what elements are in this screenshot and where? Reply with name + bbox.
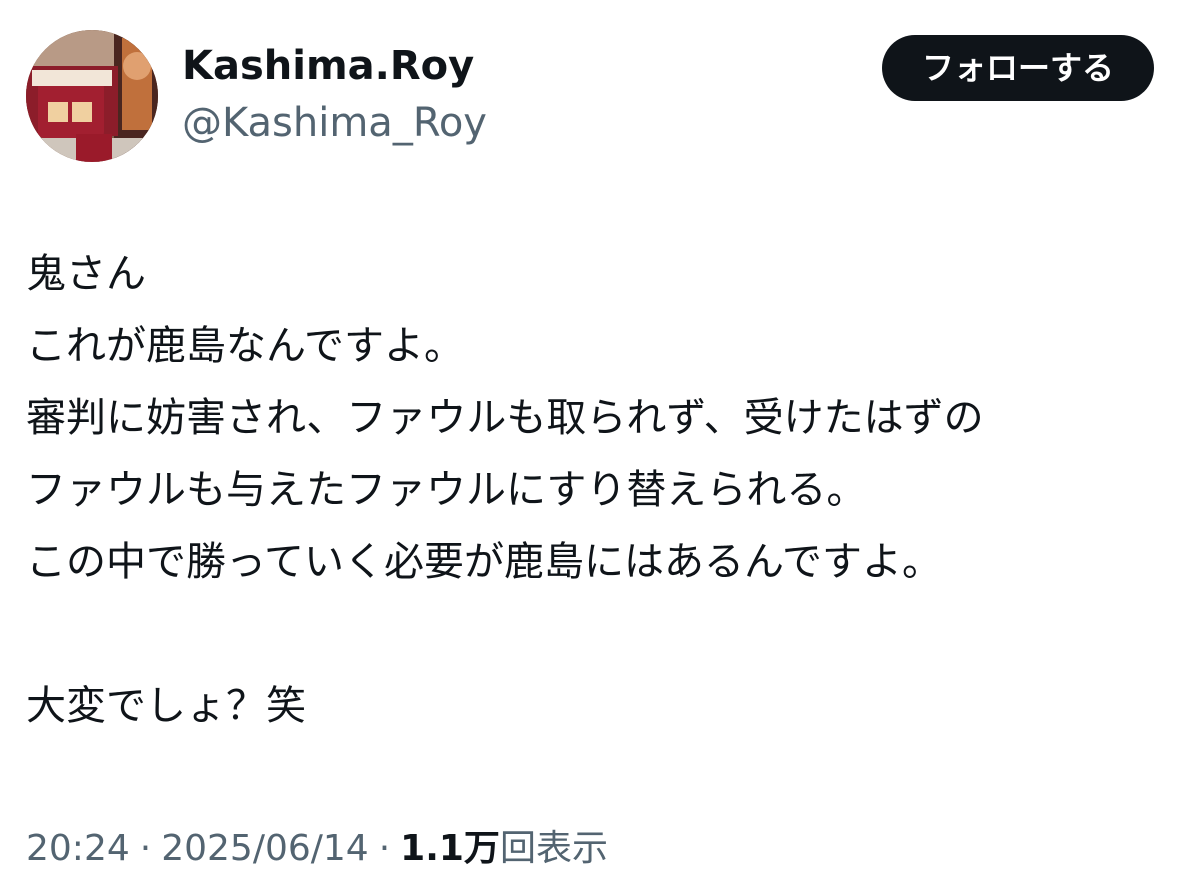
- tweet-text-line: この中で勝っていく必要が鹿島にはあるんですよ。: [26, 539, 942, 585]
- tweet-text-line: 審判に妨害され、ファウルも取られず、受けたはずの: [26, 395, 984, 441]
- tweet-text: 鬼さん これが鹿島なんですよ。 審判に妨害され、ファウルも取られず、受けたはずの…: [26, 238, 1176, 742]
- tweet-meta: 20:24 · 2025/06/14 · 1.1万回表示: [26, 823, 608, 875]
- follow-button[interactable]: フォローする: [882, 35, 1154, 101]
- user-names: Kashima.Roy @Kashima_Roy: [182, 42, 487, 148]
- avatar[interactable]: [26, 30, 158, 162]
- meta-separator: ·: [378, 828, 391, 869]
- views-count[interactable]: 1.1万: [400, 828, 500, 869]
- meta-separator: ·: [139, 828, 152, 869]
- views-label: 回表示: [499, 828, 608, 869]
- tweet-text-line: ファウルも与えたファウルにすり替えられる。: [26, 467, 867, 513]
- profile-photo-icon: [26, 30, 158, 162]
- tweet-header: Kashima.Roy @Kashima_Roy フォローする: [26, 30, 1156, 162]
- tweet-card: Kashima.Roy @Kashima_Roy フォローする 鬼さん これが鹿…: [0, 0, 1200, 889]
- tweet-text-line: これが鹿島なんですよ。: [26, 323, 464, 369]
- tweet-time[interactable]: 20:24: [26, 828, 130, 869]
- display-name[interactable]: Kashima.Roy: [182, 42, 487, 90]
- tweet-text-line: 大変でしょ？笑: [26, 683, 306, 729]
- tweet-date[interactable]: 2025/06/14: [161, 828, 369, 869]
- tweet-text-line: 鬼さん: [26, 251, 146, 297]
- user-handle[interactable]: @Kashima_Roy: [182, 98, 487, 148]
